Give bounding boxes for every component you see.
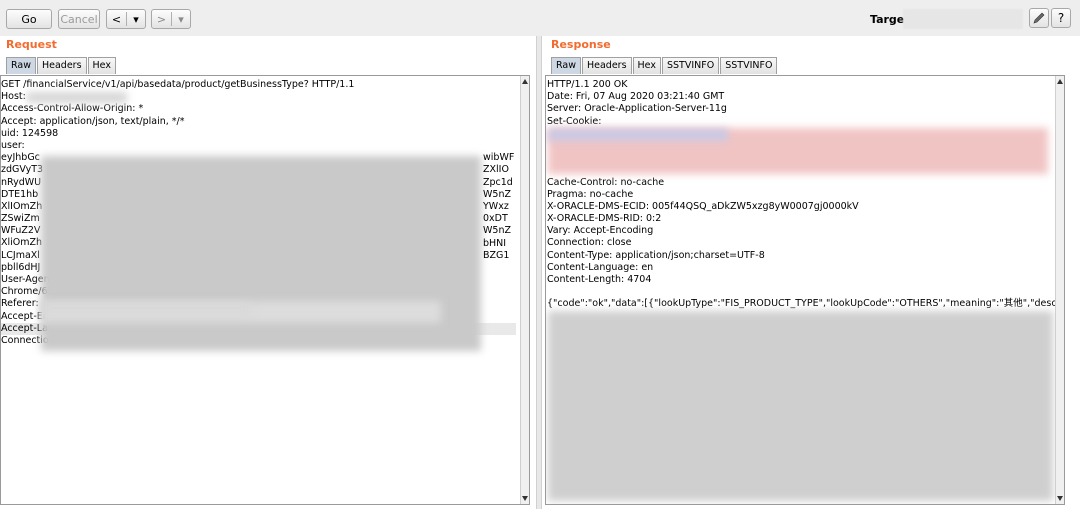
referer-redaction bbox=[41, 303, 251, 313]
response-editor[interactable]: HTTP/1.1 200 OK Date: Fri, 07 Aug 2020 03… bbox=[545, 75, 1065, 505]
cookie-redaction-blue bbox=[548, 129, 728, 141]
response-tab-raw[interactable]: Raw bbox=[551, 57, 581, 74]
token-fragment: W5nZ bbox=[483, 225, 511, 237]
edit-target-button[interactable] bbox=[1029, 8, 1049, 28]
response-line: Vary: Accept-Encoding bbox=[547, 225, 654, 237]
response-line: Pragma: no-cache bbox=[547, 188, 634, 200]
token-fragment: bHNI bbox=[483, 237, 507, 249]
request-line: GET /financialService/v1/api/basedata/pr… bbox=[1, 79, 355, 90]
request-line: user: bbox=[1, 139, 25, 151]
response-title: Response bbox=[551, 38, 611, 51]
scroll-up-icon[interactable] bbox=[522, 79, 528, 84]
scroll-down-icon[interactable] bbox=[1057, 496, 1063, 501]
panel-divider[interactable] bbox=[536, 36, 542, 509]
forward-dropdown-icon[interactable]: ▾ bbox=[172, 13, 190, 26]
response-tab-sstvinfo-2[interactable]: SSTVINFO bbox=[720, 57, 778, 74]
request-line: uid: 124598 bbox=[1, 127, 59, 139]
back-arrow-icon: < bbox=[111, 12, 122, 26]
request-line: Access-Control-Allow-Origin: * bbox=[1, 103, 144, 115]
token-fragment: ZXlIO bbox=[483, 164, 509, 176]
request-tab-headers[interactable]: Headers bbox=[36, 57, 87, 74]
token-fragment: Zpc1d bbox=[483, 176, 513, 188]
token-fragment: BZG1 bbox=[483, 249, 510, 261]
response-line: HTTP/1.1 200 OK bbox=[547, 79, 628, 90]
target-value[interactable] bbox=[903, 9, 1023, 29]
request-title: Request bbox=[6, 38, 57, 51]
request-line: Accept: application/json, text/plain, */… bbox=[1, 115, 185, 127]
response-line: Content-Type: application/json;charset=U… bbox=[547, 249, 765, 261]
pencil-icon bbox=[1033, 12, 1045, 24]
request-scrollbar[interactable] bbox=[520, 76, 529, 504]
response-line: X-ORACLE-DMS-RID: 0:2 bbox=[547, 213, 662, 225]
request-tab-raw[interactable]: Raw bbox=[6, 57, 36, 74]
request-tab-hex[interactable]: Hex bbox=[87, 57, 116, 74]
scroll-down-icon[interactable] bbox=[522, 496, 528, 501]
token-fragment: W5nZ bbox=[483, 188, 511, 200]
response-line: Date: Fri, 07 Aug 2020 03:21:40 GMT bbox=[547, 91, 725, 103]
scroll-up-icon[interactable] bbox=[1057, 79, 1063, 84]
response-line: Content-Length: 4704 bbox=[547, 274, 652, 285]
token-fragment: YWxz bbox=[483, 201, 509, 212]
response-scrollbar[interactable] bbox=[1055, 76, 1064, 504]
response-line: {"code":"ok","data":[{"lookUpType":"FIS_… bbox=[547, 298, 1065, 310]
response-tabs: Raw Headers Hex SSTVINFO SSTVINFO bbox=[551, 57, 778, 74]
response-line: Cache-Control: no-cache bbox=[547, 176, 665, 188]
response-lines: HTTP/1.1 200 OK Date: Fri, 07 Aug 2020 03… bbox=[547, 79, 1065, 311]
response-line bbox=[547, 286, 1064, 298]
toolbar: Go Cancel < ▾ > ▾ Target: ? bbox=[0, 0, 1080, 36]
request-editor[interactable]: GET /financialService/v1/api/basedata/pr… bbox=[0, 75, 530, 505]
back-button[interactable]: < ▾ bbox=[106, 9, 146, 29]
response-line: Set-Cookie: bbox=[547, 115, 602, 127]
go-button[interactable]: Go bbox=[6, 9, 52, 29]
response-line: X-ORACLE-DMS-ECID: 005f44QSQ_aDkZW5xzg8y… bbox=[547, 200, 859, 212]
response-line: Connection: close bbox=[547, 237, 632, 249]
help-button[interactable]: ? bbox=[1051, 8, 1071, 28]
forward-button[interactable]: > ▾ bbox=[151, 9, 191, 29]
host-redaction bbox=[27, 92, 127, 103]
response-line: Server: Oracle-Application-Server-11g bbox=[547, 103, 727, 115]
token-fragment: 0xDT bbox=[483, 213, 508, 225]
cancel-button[interactable]: Cancel bbox=[58, 9, 100, 29]
back-dropdown-icon[interactable]: ▾ bbox=[127, 13, 145, 26]
response-tab-sstvinfo-1[interactable]: SSTVINFO bbox=[661, 57, 720, 74]
request-tabs: Raw Headers Hex bbox=[6, 57, 117, 74]
response-tab-hex[interactable]: Hex bbox=[632, 57, 661, 74]
forward-arrow-icon: > bbox=[156, 12, 167, 26]
body-redaction bbox=[548, 311, 1053, 501]
response-line: Content-Language: en bbox=[547, 261, 654, 273]
response-tab-headers[interactable]: Headers bbox=[581, 57, 632, 74]
token-fragment: wibWF bbox=[483, 152, 515, 164]
